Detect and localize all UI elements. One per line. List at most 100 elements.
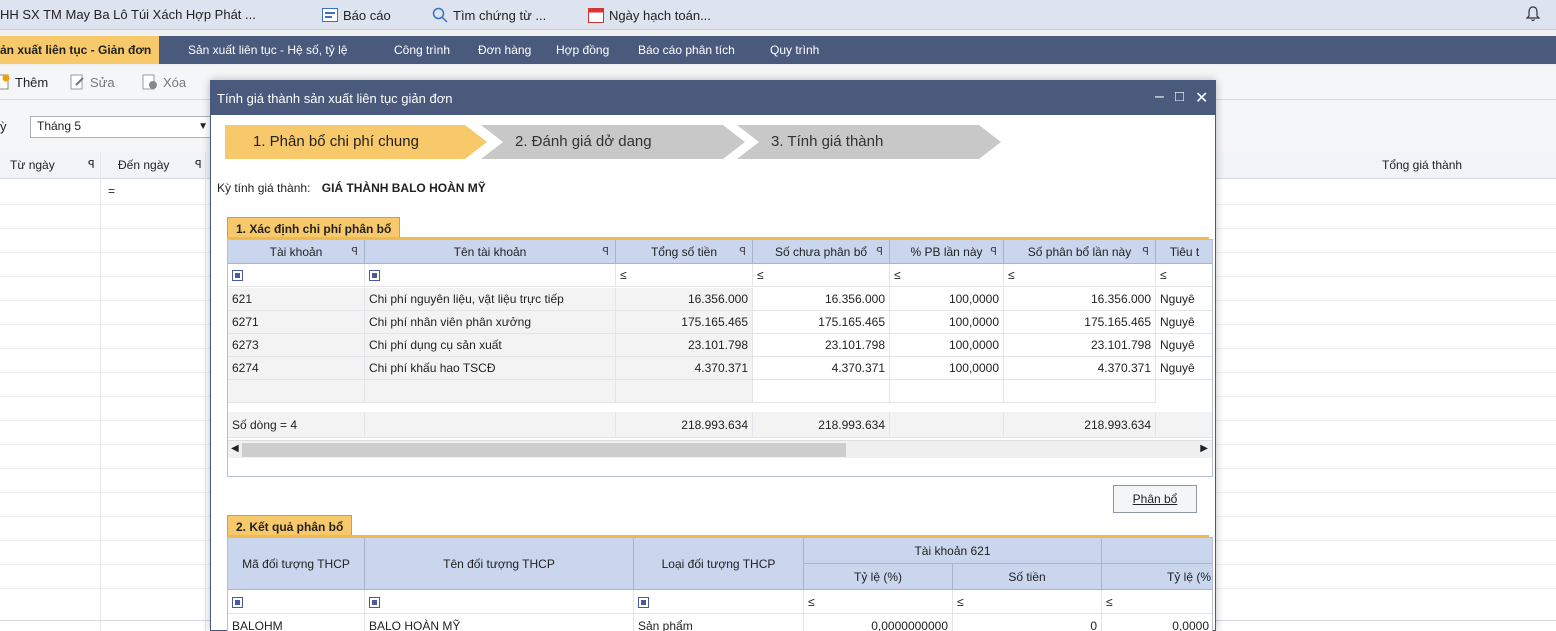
filter-equals[interactable]: =	[108, 184, 115, 198]
cell-amount[interactable]: 0	[953, 614, 1102, 631]
scroll-left-icon[interactable]: ◀	[231, 443, 239, 454]
cell-account[interactable]: 6274	[228, 357, 365, 380]
filter-cell[interactable]: ≤	[804, 590, 953, 614]
cell-criteria[interactable]: Nguyê	[1156, 334, 1212, 357]
cell-ratio-2[interactable]: 0,0000	[1102, 614, 1212, 631]
bell-icon[interactable]	[1526, 6, 1540, 22]
cell-total[interactable]: 175.165.465	[616, 311, 753, 334]
horizontal-scrollbar[interactable]: ◀ ▶	[228, 440, 1212, 458]
col-object-type[interactable]: Loại đối tượng THCP	[634, 538, 804, 590]
footer-cell	[1156, 412, 1212, 438]
minimize-icon[interactable]: –	[1155, 88, 1164, 106]
posting-date-button[interactable]: Ngày hạch toán...	[588, 5, 711, 25]
col-from-date[interactable]: Từ ngày	[10, 158, 55, 172]
col-to-date[interactable]: Đến ngày	[118, 158, 169, 172]
cell-object-name[interactable]: BALO HOÀN MỸ	[365, 614, 634, 631]
filter-cell[interactable]	[228, 590, 365, 614]
cell-criteria[interactable]: Nguyê	[1156, 357, 1212, 380]
col-ratio-2[interactable]: Tỷ lệ (%	[1102, 564, 1212, 590]
col-total-cost[interactable]: Tổng giá thành	[1382, 158, 1462, 172]
menu-continuous-simple[interactable]: ản xuất liên tục - Giản đơn	[0, 36, 160, 64]
menu-contracts[interactable]: Hợp đồng	[556, 36, 609, 64]
filter-cell[interactable]: ≤	[1004, 264, 1156, 287]
cell-account-name[interactable]: Chi phí khấu hao TSCĐ	[365, 357, 616, 380]
close-icon[interactable]: ✕	[1195, 88, 1208, 108]
filter-cell[interactable]	[365, 264, 616, 287]
cell-object-code[interactable]: BALOHM	[228, 614, 365, 631]
allocate-button[interactable]: Phân bổ	[1113, 485, 1197, 513]
pin-icon: ꟼ	[88, 159, 95, 171]
filter-cell[interactable]: ≤	[1102, 590, 1212, 614]
col-amount[interactable]: Số tiền	[953, 564, 1102, 590]
delete-button[interactable]: Xóa	[142, 74, 186, 90]
col-object-name[interactable]: Tên đối tượng THCP	[365, 538, 634, 590]
col-allocation-percent[interactable]: % PB lần này ꟼ	[890, 240, 1004, 264]
step-cost-calculation[interactable]: 3. Tính giá thành	[737, 125, 1001, 159]
cell-percent[interactable]: 100,0000	[890, 288, 1004, 311]
cell-ratio[interactable]: 0,0000000000	[804, 614, 953, 631]
cell-criteria[interactable]: Nguyê	[1156, 288, 1212, 311]
edit-button[interactable]: Sửa	[70, 74, 115, 90]
dialog-title-bar: Tính giá thành sản xuất liên tục giản đơ…	[211, 81, 1215, 115]
search-documents-button[interactable]: Tìm chứng từ ...	[432, 5, 546, 25]
menu-continuous-coefficient[interactable]: Sản xuất liên tục - Hệ số, tỷ lệ	[188, 36, 347, 64]
menu-orders[interactable]: Đơn hàng	[478, 36, 531, 64]
col-total-amount[interactable]: Tổng số tiền ꟼ	[616, 240, 753, 264]
cell-object-type[interactable]: Sản phẩm	[634, 614, 804, 631]
footer-unallocated: 218.993.634	[753, 412, 890, 438]
filter-cell[interactable]: ≤	[753, 264, 890, 287]
menu-process[interactable]: Quy trình	[770, 36, 819, 64]
cell-total[interactable]: 4.370.371	[616, 357, 753, 380]
cell-unallocated[interactable]: 16.356.000	[753, 288, 890, 311]
col-ratio[interactable]: Tỷ lệ (%)	[804, 564, 953, 590]
pin-icon: ꟼ	[739, 246, 746, 258]
col-account[interactable]: Tài khoản ꟼ	[228, 240, 365, 264]
menu-analysis-report[interactable]: Báo cáo phân tích	[638, 36, 735, 64]
cell-percent[interactable]: 100,0000	[890, 334, 1004, 357]
menu-construction[interactable]: Công trình	[394, 36, 450, 64]
filter-cell[interactable]: ≤	[1156, 264, 1212, 287]
filter-cell[interactable]: ≤	[890, 264, 1004, 287]
cell-account[interactable]: 621	[228, 288, 365, 311]
cell-unallocated[interactable]: 4.370.371	[753, 357, 890, 380]
col-account-name[interactable]: Tên tài khoản ꟼ	[365, 240, 616, 264]
filter-cell[interactable]: ≤	[616, 264, 753, 287]
step-wip-evaluation[interactable]: 2. Đánh giá dở dang	[481, 125, 745, 159]
cell-account[interactable]: 6273	[228, 334, 365, 357]
cell-total[interactable]: 23.101.798	[616, 334, 753, 357]
cell-account-name[interactable]: Chi phí nguyên liệu, vật liệu trực tiếp	[365, 288, 616, 311]
cell-percent[interactable]: 100,0000	[890, 357, 1004, 380]
filter-cell[interactable]: ≤	[953, 590, 1102, 614]
scroll-thumb[interactable]	[242, 443, 846, 457]
period-select[interactable]: Tháng 5 ▼	[30, 116, 214, 138]
maximize-icon[interactable]: □	[1175, 88, 1184, 105]
col-unallocated[interactable]: Số chưa phân bổ ꟼ	[753, 240, 890, 264]
cell-account-name[interactable]: Chi phí nhân viên phân xưởng	[365, 311, 616, 334]
posting-date-label: Ngày hạch toán...	[609, 7, 711, 23]
col-allocated-amount[interactable]: Số phân bổ lần này ꟼ	[1004, 240, 1156, 264]
allocation-result-table: Mã đối tượng THCP Tên đối tượng THCP Loạ…	[227, 537, 1213, 631]
col-object-code[interactable]: Mã đối tượng THCP	[228, 538, 365, 590]
report-button[interactable]: Báo cáo	[322, 5, 391, 25]
cell-criteria[interactable]: Nguyê	[1156, 311, 1212, 334]
add-button[interactable]: Thêm	[0, 74, 48, 90]
filter-cell[interactable]	[634, 590, 804, 614]
cell-allocated[interactable]: 4.370.371	[1004, 357, 1156, 380]
filter-cell[interactable]	[365, 590, 634, 614]
col-criteria[interactable]: Tiêu t	[1156, 240, 1212, 264]
scroll-right-icon[interactable]: ▶	[1200, 443, 1208, 454]
cell-total[interactable]: 16.356.000	[616, 288, 753, 311]
dialog-title: Tính giá thành sản xuất liên tục giản đơ…	[217, 91, 453, 106]
filter-checkbox-icon	[638, 597, 649, 609]
filter-cell[interactable]	[228, 264, 365, 287]
cell-allocated[interactable]: 175.165.465	[1004, 311, 1156, 334]
empty-cell	[616, 380, 753, 403]
cell-unallocated[interactable]: 175.165.465	[753, 311, 890, 334]
step-allocate-overhead[interactable]: 1. Phân bổ chi phí chung	[225, 125, 487, 159]
cell-percent[interactable]: 100,0000	[890, 311, 1004, 334]
cell-allocated[interactable]: 16.356.000	[1004, 288, 1156, 311]
cell-allocated[interactable]: 23.101.798	[1004, 334, 1156, 357]
cell-unallocated[interactable]: 23.101.798	[753, 334, 890, 357]
cell-account[interactable]: 6271	[228, 311, 365, 334]
cell-account-name[interactable]: Chi phí dụng cụ sản xuất	[365, 334, 616, 357]
